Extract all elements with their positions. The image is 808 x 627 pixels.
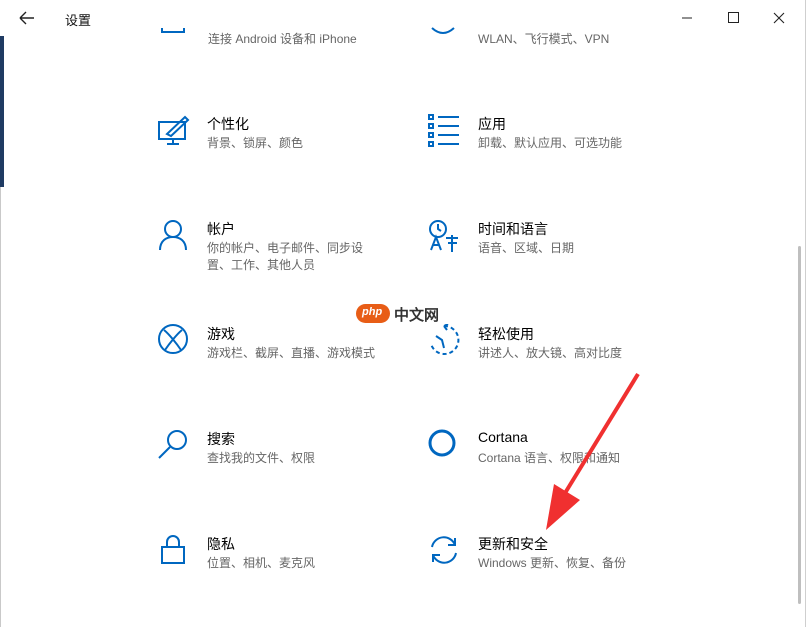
minimize-icon <box>682 17 692 19</box>
apps-icon <box>428 114 464 150</box>
item-name: 隐私 <box>207 536 235 552</box>
phone-settings-desc: 连接 Android 设备和 iPhone <box>208 32 357 46</box>
title-bar: 设置 <box>0 0 805 36</box>
globe-icon <box>428 24 458 38</box>
item-name: 轻松使用 <box>478 326 534 342</box>
item-desc: 卸载、默认应用、可选功能 <box>478 136 623 150</box>
item-desc: 语音、区域、日期 <box>478 241 575 255</box>
item-name: 更新和安全 <box>478 536 548 552</box>
account-icon <box>157 219 193 255</box>
item-desc: 查找我的文件、权限 <box>207 451 316 465</box>
arrow-left-icon <box>19 11 34 25</box>
item-name: 游戏 <box>207 326 235 342</box>
lock-icon <box>157 534 193 570</box>
minimize-button[interactable] <box>664 3 710 33</box>
watermark-text: 中文网 <box>394 307 440 324</box>
close-button[interactable] <box>756 3 802 33</box>
time-language-icon <box>428 219 464 255</box>
item-desc: 位置、相机、麦克风 <box>207 556 316 570</box>
watermark-badge: php <box>356 304 390 323</box>
ease-of-access-icon <box>428 323 464 360</box>
item-desc: 背景、锁屏、颜色 <box>207 136 304 150</box>
item-name: 时间和语言 <box>478 221 548 237</box>
item-name: Cortana <box>478 429 528 445</box>
scrollbar[interactable] <box>798 246 801 604</box>
update-icon <box>428 534 464 570</box>
maximize-icon <box>728 12 739 23</box>
window-border-right <box>805 0 806 627</box>
item-desc: 游戏栏、截屏、直播、游戏模式 <box>207 346 376 360</box>
search-icon <box>157 429 193 465</box>
item-name: 个性化 <box>207 116 249 132</box>
maximize-button[interactable] <box>710 3 756 33</box>
item-name: 搜索 <box>207 431 235 447</box>
cortana-icon <box>428 429 464 465</box>
background-strip <box>0 34 4 187</box>
phone-icon <box>160 24 190 38</box>
close-icon <box>773 12 785 24</box>
item-desc: 你的帐户、电子邮件、同步设置、工作、其他人员 <box>207 241 364 272</box>
personalization-icon <box>157 114 193 150</box>
item-desc: 讲述人、放大镜、高对比度 <box>478 346 623 360</box>
back-button[interactable] <box>12 6 42 30</box>
window-title: 设置 <box>65 13 92 28</box>
window-border-left <box>0 187 1 627</box>
item-name: 应用 <box>478 116 506 132</box>
item-name: 帐户 <box>207 221 235 237</box>
xbox-icon <box>157 324 193 360</box>
annotation-arrow <box>546 372 640 530</box>
network-settings-desc: WLAN、飞行模式、VPN <box>478 32 610 46</box>
item-desc: Windows 更新、恢复、备份 <box>478 556 627 570</box>
